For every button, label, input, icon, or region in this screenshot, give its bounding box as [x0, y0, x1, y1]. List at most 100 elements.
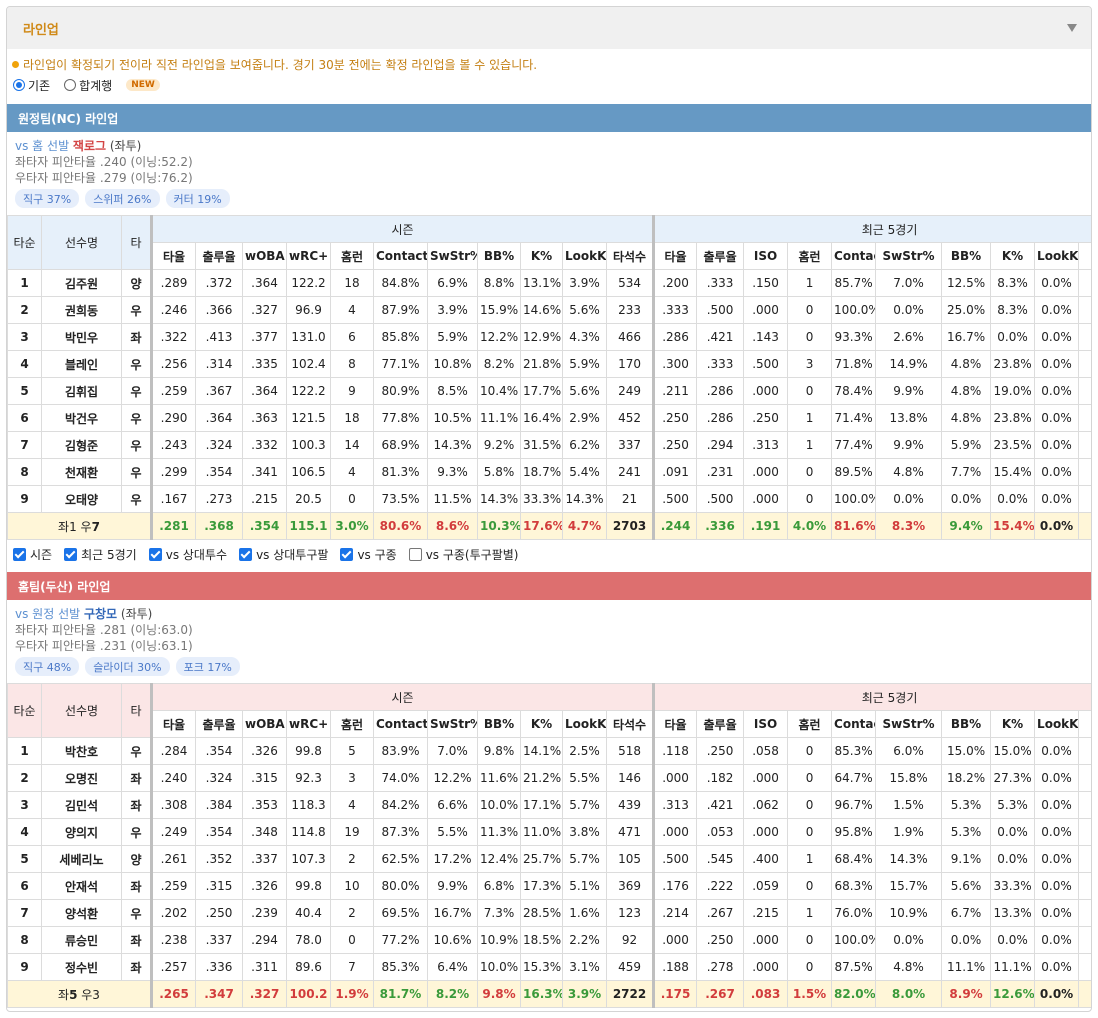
player-name[interactable]: 박건우 — [41, 404, 122, 432]
table-row[interactable]: 5 김휘집 우 .259.367.364 122.2 9 80.9% 8.5% 10.4% 17.… — [7, 377, 1091, 405]
recent-col-header[interactable]: SwStr% — [875, 710, 943, 738]
player-name[interactable]: 양석환 — [41, 899, 122, 927]
recent-col-header[interactable]: K% — [990, 710, 1036, 738]
season-col-header[interactable]: LookK% — [562, 242, 607, 270]
recent-col-header[interactable]: K% — [990, 242, 1036, 270]
filter-checkbox[interactable]: 최근 5경기 — [64, 546, 137, 563]
collapse-triangle-icon[interactable] — [1067, 24, 1077, 32]
season-col-header[interactable]: K% — [520, 710, 563, 738]
season-col-header[interactable]: 홈런 — [330, 242, 374, 270]
player-name[interactable]: 천재환 — [41, 458, 122, 486]
season-col-header[interactable]: 홈런 — [330, 710, 374, 738]
recent-col-header[interactable]: BB% — [941, 242, 992, 270]
checkbox-box[interactable] — [148, 547, 162, 561]
checkbox-box[interactable] — [408, 547, 422, 561]
season-col-header[interactable]: SwStr% — [427, 242, 478, 270]
radio-basic[interactable]: 기존 — [13, 77, 50, 94]
player-name[interactable]: 김주원 — [41, 269, 122, 297]
recent-col-header[interactable]: ISO — [743, 710, 789, 738]
player-name[interactable]: 김형준 — [41, 431, 122, 459]
season-col-header[interactable]: 출루율 — [195, 710, 243, 738]
table-row[interactable]: 1 김주원 양 .289.372.364 122.2 18 84.8% 6.9% 8.8% 13.… — [7, 269, 1091, 297]
filter-checkbox[interactable]: 시즌 — [13, 546, 52, 563]
player-name[interactable]: 권희동 — [41, 296, 122, 324]
player-name[interactable]: 박찬호 — [41, 737, 122, 765]
season-stat-cell: .294 — [242, 926, 287, 954]
recent-col-header[interactable]: Contact% — [831, 242, 877, 270]
recent-col-header[interactable]: SwStr% — [875, 242, 943, 270]
table-row[interactable]: 7 양석환 우 .202.250.239 40.4 2 69.5% 16.7% 7.3% 28.5… — [7, 899, 1091, 927]
table-row[interactable]: 3 김민석 좌 .308.384.353 118.3 4 84.2% 6.6% 10.0% 17.… — [7, 791, 1091, 819]
table-row[interactable]: 6 안재석 좌 .259.315.326 99.8 10 80.0% 9.9% 6.8% 17.3… — [7, 872, 1091, 900]
player-name[interactable]: 블레인 — [41, 350, 122, 378]
player-name[interactable]: 류승민 — [41, 926, 122, 954]
player-name[interactable]: 오명진 — [41, 764, 122, 792]
filter-checkbox[interactable]: vs 구종(투구팔별) — [408, 546, 518, 563]
recent-col-header[interactable]: 타율 — [653, 710, 698, 738]
table-row[interactable]: 5 세베리노 양 .261.352.337 107.3 2 62.5% 17.2% 12.4% 2… — [7, 845, 1091, 873]
season-col-header[interactable]: LookK% — [562, 710, 607, 738]
recent-col-header[interactable]: ISO — [743, 242, 789, 270]
radio-basic-circle[interactable] — [13, 79, 25, 91]
season-col-header[interactable]: wOBA — [242, 710, 287, 738]
table-row[interactable]: 9 오태양 우 .167.273.215 20.5 0 73.5% 11.5% 14.3% 33.… — [7, 485, 1091, 513]
table-row[interactable]: 4 양의지 우 .249.354.348 114.8 19 87.3% 5.5% 11.3% 11… — [7, 818, 1091, 846]
recent-col-header[interactable]: 출루율 — [696, 710, 745, 738]
table-row[interactable]: 8 류승민 좌 .238.337.294 78.0 0 77.2% 10.6% 10.9% 18.… — [7, 926, 1091, 954]
player-name[interactable]: 양의지 — [41, 818, 122, 846]
checkbox-box[interactable] — [64, 547, 78, 561]
player-name[interactable]: 세베리노 — [41, 845, 122, 873]
recent-col-header[interactable]: BB% — [941, 710, 992, 738]
table-row[interactable]: 2 오명진 좌 .240.324.315 92.3 3 74.0% 12.2% 11.6% 21.… — [7, 764, 1091, 792]
season-col-header[interactable]: 출루율 — [195, 242, 243, 270]
season-stat-cell: 69.5% — [373, 899, 428, 927]
summary-season-cell: 17.6% — [520, 512, 563, 540]
table-row[interactable]: 2 권희동 우 .246.366.327 96.9 4 87.9% 3.9% 15.9% 14.6… — [7, 296, 1091, 324]
table-row[interactable]: 1 박찬호 우 .284.354.326 99.8 5 83.9% 7.0% 9.8% 14.1%… — [7, 737, 1091, 765]
season-col-header[interactable]: Contact% — [373, 242, 428, 270]
season-col-header[interactable]: wRC+ — [286, 242, 331, 270]
recent-col-header[interactable]: 홈런 — [787, 710, 833, 738]
player-name[interactable]: 정수빈 — [41, 953, 122, 981]
season-col-header[interactable]: 타석수 — [605, 710, 656, 738]
season-col-header[interactable]: wOBA — [242, 242, 287, 270]
recent-col-header[interactable]: LookK% — [1034, 242, 1080, 270]
filter-checkbox[interactable]: vs 구종 — [340, 546, 397, 563]
recent-col-header[interactable]: 홈런 — [787, 242, 833, 270]
season-col-header[interactable]: K% — [520, 242, 563, 270]
season-col-header[interactable]: 타율 — [151, 242, 196, 270]
table-row[interactable]: 9 정수빈 좌 .257.336.311 89.6 7 85.3% 6.4% 10.0% 15.3… — [7, 953, 1091, 981]
filter-checkbox[interactable]: vs 상대투수 — [148, 546, 227, 563]
player-name[interactable]: 김휘집 — [41, 377, 122, 405]
player-name[interactable]: 오태양 — [41, 485, 122, 513]
season-col-header[interactable]: BB% — [477, 710, 521, 738]
table-row[interactable]: 6 박건우 우 .290.364.363 121.5 18 77.8% 10.5% 11.1% 1… — [7, 404, 1091, 432]
recent-col-header[interactable]: 타율 — [653, 242, 698, 270]
summary-season-cell: .368 — [195, 512, 243, 540]
recent-col-header[interactable]: Contact% — [831, 710, 877, 738]
player-name[interactable]: 안재석 — [41, 872, 122, 900]
season-col-header[interactable]: BB% — [477, 242, 521, 270]
table-row[interactable]: 3 박민우 좌 .322.413.377 131.0 6 85.8% 5.9% 12.2% 12.… — [7, 323, 1091, 351]
player-name[interactable]: 김민석 — [41, 791, 122, 819]
panel-header[interactable]: 라인업 — [7, 7, 1091, 49]
table-row[interactable]: 7 김형준 우 .243.324.332 100.3 14 68.9% 14.3% 9.2% 31… — [7, 431, 1091, 459]
recent-col-header[interactable]: LookK% — [1034, 710, 1080, 738]
checkbox-box[interactable] — [239, 547, 253, 561]
season-col-header[interactable]: 타율 — [151, 710, 196, 738]
table-row[interactable]: 4 블레인 우 .256.314.335 102.4 8 77.1% 10.8% 8.2% 21.… — [7, 350, 1091, 378]
radio-sum-row[interactable]: 합계행 — [64, 77, 112, 94]
season-col-header[interactable]: SwStr% — [427, 710, 478, 738]
away-pitcher-name[interactable]: 잭로그 — [73, 139, 106, 153]
season-col-header[interactable]: 타석수 — [605, 242, 656, 270]
checkbox-box[interactable] — [13, 547, 26, 561]
home-pitcher-name[interactable]: 구창모 — [84, 607, 117, 621]
recent-col-header[interactable]: 출루율 — [696, 242, 745, 270]
player-name[interactable]: 박민우 — [41, 323, 122, 351]
radio-sum-row-circle[interactable] — [64, 79, 77, 91]
season-col-header[interactable]: wRC+ — [286, 710, 331, 738]
checkbox-box[interactable] — [340, 547, 354, 561]
table-row[interactable]: 8 천재환 우 .299.354.341 106.5 4 81.3% 9.3% 5.8% 18.7… — [7, 458, 1091, 486]
season-col-header[interactable]: Contact% — [373, 710, 428, 738]
filter-checkbox[interactable]: vs 상대투구팔 — [239, 546, 328, 563]
